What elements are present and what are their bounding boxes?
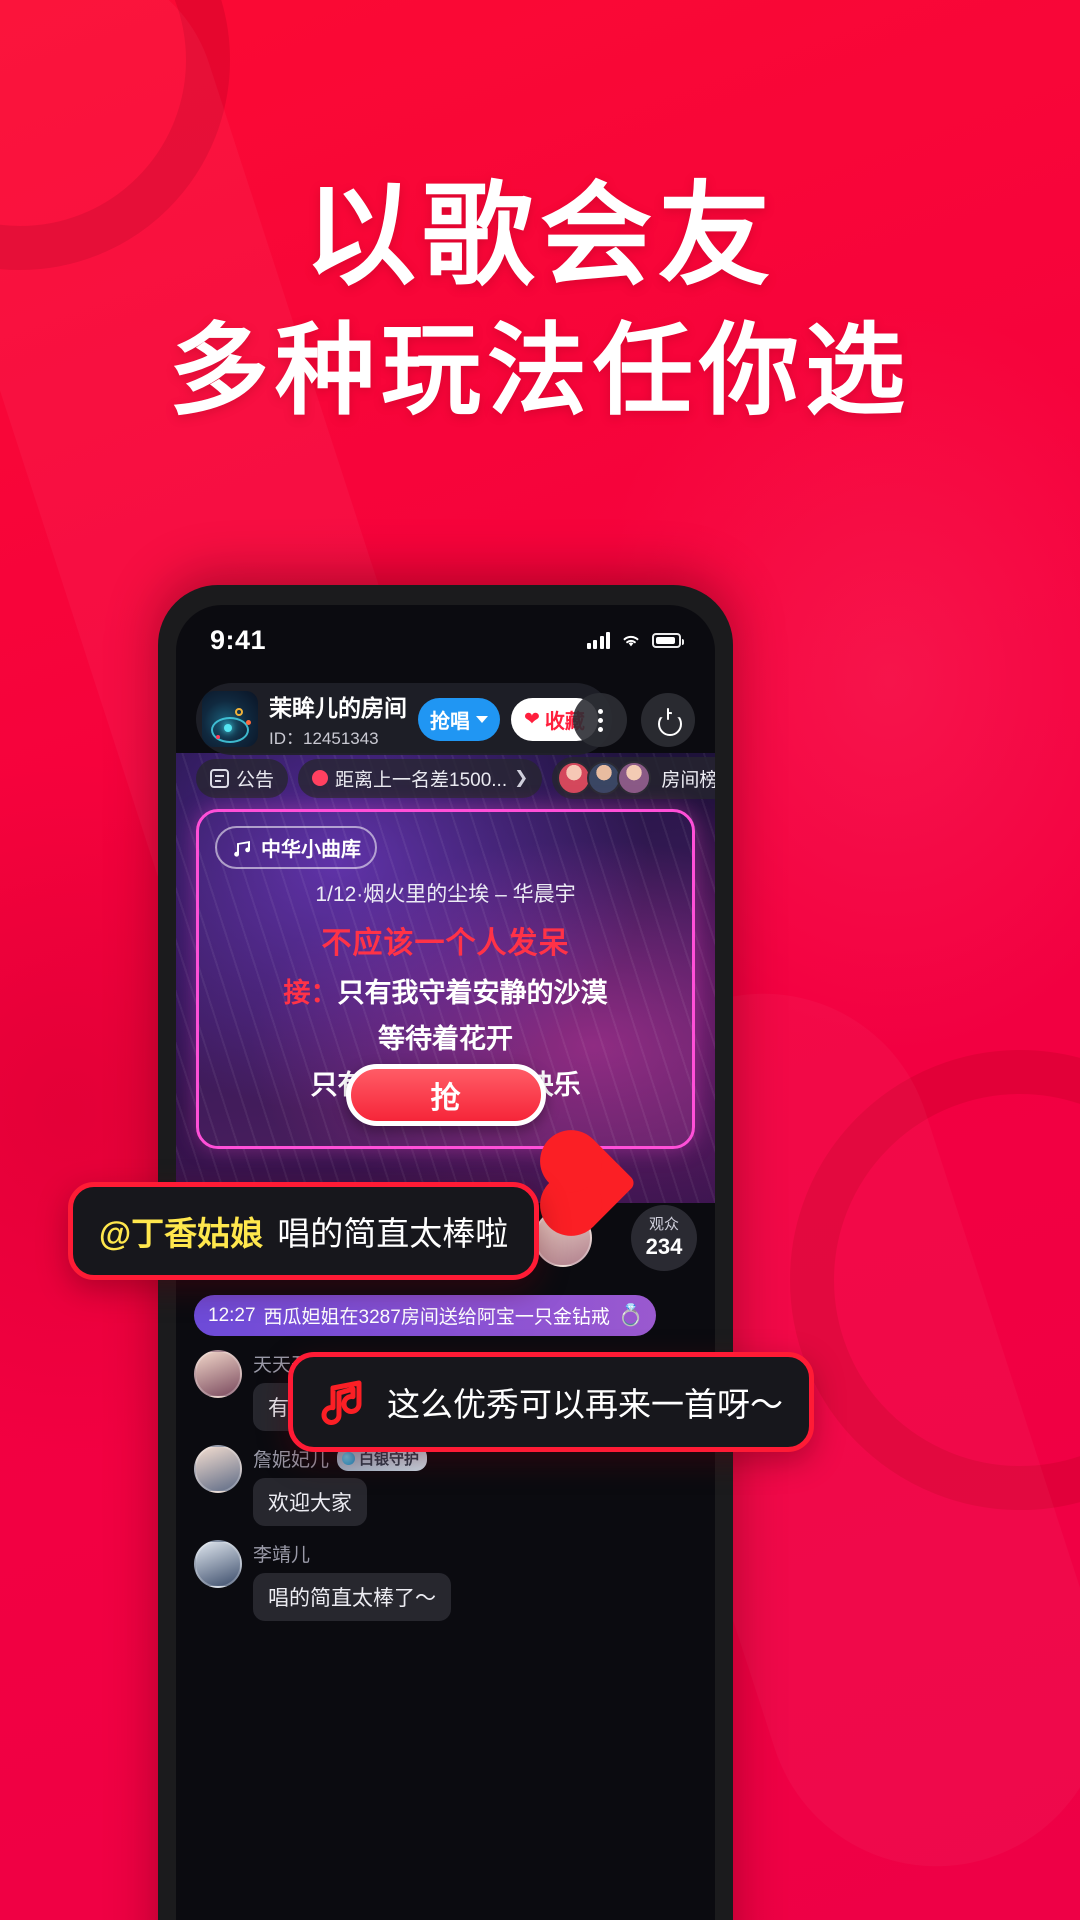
room-header: 茉眸儿的房间 ID：12451343 抢唱 ❤ 收藏	[196, 683, 612, 755]
headline-line-2: 多种玩法任你选	[169, 315, 911, 428]
lyric-line-3: 等待着花开	[378, 1024, 513, 1054]
avatar[interactable]	[194, 1350, 242, 1398]
lyric-line-2-text: 只有我守着安静的沙漠	[337, 978, 608, 1008]
gift-banner-text: 西瓜妲姐在3287房间送给阿宝一只金钻戒	[263, 1307, 610, 1328]
gift-broadcast-banner[interactable]: 12:27 西瓜妲姐在3287房间送给阿宝一只金钻戒 💍	[194, 1295, 656, 1336]
status-bar: 9:41	[176, 605, 715, 675]
diamond-ring-icon: 💍	[617, 1303, 644, 1327]
status-clock: 9:41	[210, 624, 267, 655]
avatar[interactable]	[194, 1445, 242, 1493]
viewers-label: 观众	[648, 1216, 679, 1234]
headline-line-1: 以歌会友	[304, 173, 776, 298]
lyric-line-highlight: 不应该一个人发呆	[321, 927, 570, 960]
header-actions	[573, 693, 695, 747]
lyric-line-2: 接：只有我守着安静的沙漠	[221, 971, 670, 1010]
room-meta: 茉眸儿的房间 ID：12451343	[269, 689, 407, 749]
avatar	[617, 761, 652, 795]
guard-shield-icon	[342, 1452, 356, 1465]
callout-text: 唱的简直太棒啦	[277, 1215, 509, 1252]
room-info-pill[interactable]: 茉眸儿的房间 ID：12451343 抢唱 ❤ 收藏	[196, 683, 612, 755]
chat-text: 唱的简直太棒了～	[253, 1573, 451, 1621]
chat-text: 欢迎大家	[253, 1478, 367, 1526]
song-library-label: 中华小曲库	[261, 839, 361, 861]
song-library-badge[interactable]: 中华小曲库	[215, 826, 377, 869]
chat-body: 詹妮妃儿 白银守护 欢迎大家	[253, 1445, 428, 1526]
rank-status-text: 距离上一名差1500...	[335, 769, 508, 791]
announcement-button[interactable]: 公告	[196, 758, 289, 798]
room-cover-thumbnail[interactable]	[202, 691, 258, 747]
room-name: 茉眸儿的房间	[269, 695, 407, 721]
viewers-count: 234	[645, 1233, 683, 1259]
music-note-icon	[319, 1377, 373, 1427]
more-vertical-icon	[597, 708, 603, 732]
chevron-down-icon	[476, 715, 488, 723]
chat-message[interactable]: 李靖儿 唱的简直太棒了～	[194, 1540, 697, 1621]
lyric-prefix: 接：	[283, 978, 338, 1008]
more-button[interactable]	[573, 693, 627, 747]
gift-banner-time: 12:27	[208, 1304, 256, 1326]
grab-sing-button[interactable]: 抢唱	[418, 697, 500, 741]
karaoke-card: 中华小曲库 1/12·烟火里的尘埃 – 华晨宇 不应该一个人发呆 接：只有我守着…	[196, 809, 695, 1149]
callout-text: 这么优秀可以再来一首呀～	[387, 1386, 783, 1423]
announcement-row: 公告 距离上一名差1500... ❯ 房间榜 ❯	[196, 757, 715, 799]
announcement-icon	[210, 768, 229, 788]
rank-status-button[interactable]: 距离上一名差1500... ❯	[298, 758, 543, 798]
callout-encore: 这么优秀可以再来一首呀～	[288, 1352, 814, 1452]
status-icons	[586, 631, 684, 649]
callout-praise: @丁香姑娘 唱的简直太棒啦	[68, 1182, 540, 1280]
grab-button[interactable]: 抢	[345, 1064, 546, 1126]
music-note-icon	[234, 840, 251, 857]
room-id: ID：12451343	[269, 729, 379, 748]
chat-body: 李靖儿 唱的简直太棒了～	[253, 1540, 451, 1621]
live-dot-icon	[312, 770, 329, 786]
avatar	[557, 761, 592, 795]
chat-name-row: 李靖儿	[253, 1540, 451, 1567]
power-icon	[656, 708, 680, 732]
viewer-count-badge[interactable]: 观众 234	[631, 1205, 697, 1271]
wifi-icon	[623, 635, 639, 647]
promo-headline: 以歌会友 多种玩法任你选	[0, 170, 1080, 430]
battery-icon	[652, 632, 684, 648]
song-title-line: 1/12·烟火里的尘埃 – 华晨宇	[315, 883, 576, 906]
exit-room-button[interactable]	[641, 693, 695, 747]
avatar	[587, 761, 622, 795]
chevron-right-icon: ❯	[514, 768, 529, 787]
grab-sing-label: 抢唱	[430, 710, 470, 733]
chat-username[interactable]: 李靖儿	[253, 1540, 310, 1567]
room-rank-button[interactable]: 房间榜 ❯	[552, 757, 715, 799]
heart-icon: ❤	[524, 708, 540, 730]
room-rank-label: 房间榜	[661, 769, 715, 791]
callout-mention: @丁香姑娘	[99, 1215, 264, 1252]
avatar[interactable]	[194, 1540, 242, 1588]
chat-message[interactable]: 詹妮妃儿 白银守护 欢迎大家	[194, 1445, 697, 1526]
announcement-label: 公告	[236, 769, 275, 791]
signal-bars-icon	[586, 631, 610, 649]
